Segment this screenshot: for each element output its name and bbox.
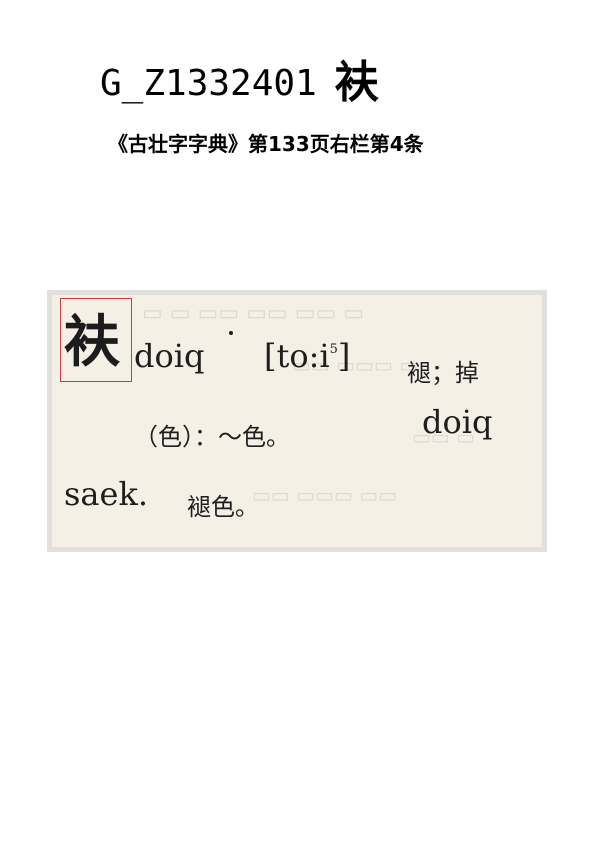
heading-character: 衭 bbox=[334, 57, 379, 108]
source-reference: 《古壮字字典》第133页右栏第4条 bbox=[108, 132, 424, 156]
character-code: G_Z1332401 bbox=[100, 63, 317, 104]
romanization-example-cont: saek. bbox=[64, 475, 148, 513]
headword-character: 衭 bbox=[64, 309, 120, 375]
character-code-heading: G_Z1332401 衭 bbox=[100, 58, 379, 109]
ipa-open: [to:i bbox=[264, 337, 330, 375]
ipa-transcription: [to:i5] bbox=[264, 337, 350, 375]
gloss-line-1: 褪；掉 bbox=[407, 359, 479, 387]
romanization-example: doiq bbox=[422, 403, 493, 441]
scan-paper: ▭ ▭ ▭▭ ▭▭ ▭▭ ▭ ▭▭ ▭▭▭ ▭ ▭▭ ▭ ▭▭ ▭▭▭ ▭▭ 衭… bbox=[52, 295, 542, 547]
dictionary-scan-image: ▭ ▭ ▭▭ ▭▭ ▭▭ ▭ ▭▭ ▭▭▭ ▭ ▭▭ ▭ ▭▭ ▭▭▭ ▭▭ 衭… bbox=[47, 290, 547, 552]
romanization: doiq bbox=[134, 337, 205, 375]
bleed-through-decoration: ▭ ▭ ▭▭ ▭▭ ▭▭ ▭ bbox=[142, 301, 365, 326]
bleed-through-decoration: ▭▭ ▭▭▭ ▭▭ bbox=[252, 483, 397, 507]
gloss-line-3: 褪色。 bbox=[187, 493, 259, 521]
ipa-close: ] bbox=[337, 337, 351, 375]
gloss-line-2: （色）：～色。 bbox=[134, 423, 290, 451]
tone-mark-dot bbox=[229, 331, 233, 335]
ipa-tone: 5 bbox=[329, 342, 338, 357]
